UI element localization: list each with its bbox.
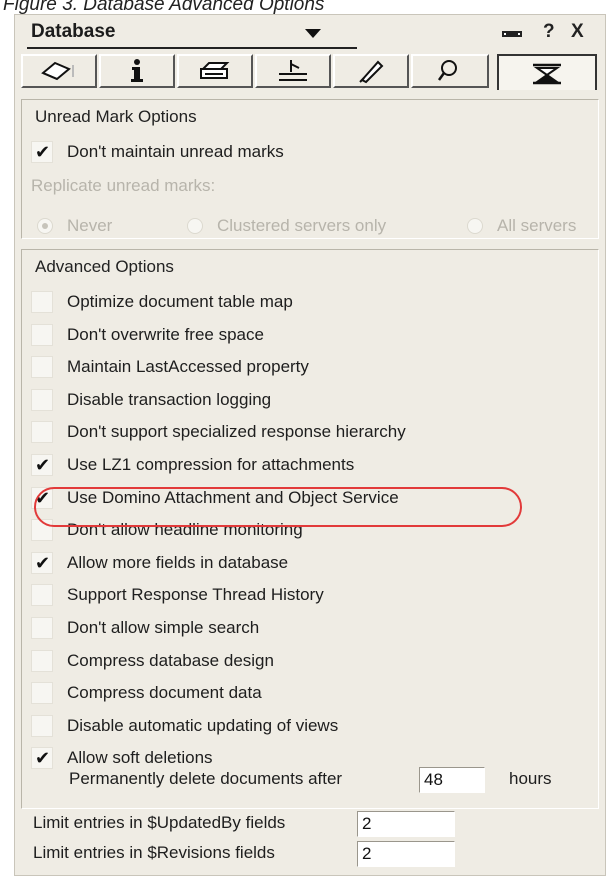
advanced-option-item[interactable]: Don't support specialized response hiera…: [31, 419, 406, 445]
radio-clustered-label: Clustered servers only: [217, 216, 387, 235]
revisions-label: Limit entries in $Revisions fields: [33, 843, 275, 862]
advanced-option-item[interactable]: Don't overwrite free space: [31, 322, 264, 348]
advanced-option-checkbox[interactable]: [31, 747, 53, 769]
advanced-option-item[interactable]: Compress database design: [31, 648, 274, 674]
tab-search[interactable]: [411, 54, 489, 88]
tab-basics[interactable]: [21, 54, 97, 88]
advanced-option-item[interactable]: Allow soft deletions: [31, 745, 213, 771]
advanced-option-label: Maintain LastAccessed property: [67, 357, 309, 376]
replicate-unread-label: Replicate unread marks:: [31, 176, 216, 195]
advanced-option-label: Compress database design: [67, 651, 274, 670]
panel-title: Database: [31, 21, 116, 42]
advanced-option-label: Compress document data: [67, 683, 262, 702]
advanced-option-checkbox[interactable]: [31, 552, 53, 574]
close-button[interactable]: X: [571, 21, 584, 43]
tab-advanced[interactable]: [497, 54, 597, 90]
advanced-option-label: Disable automatic updating of views: [67, 716, 339, 735]
tab-strip: [21, 54, 601, 91]
advanced-option-label: Allow more fields in database: [67, 553, 289, 572]
advanced-option-checkbox[interactable]: [31, 454, 53, 476]
tab-print[interactable]: [177, 54, 253, 88]
advanced-option-label: Disable transaction logging: [67, 390, 272, 409]
advanced-option-label: Optimize document table map: [67, 292, 293, 311]
unread-mark-title: Unread Mark Options: [35, 107, 197, 126]
advanced-option-item[interactable]: Don't allow headline monitoring: [31, 517, 303, 543]
database-properties-panel: Database ? X Unread Mark Options ✔ Don't…: [14, 14, 606, 876]
tab-launch[interactable]: [333, 54, 409, 88]
advanced-option-label: Use Domino Attachment and Object Service: [67, 488, 399, 507]
info-icon: [131, 59, 143, 82]
advanced-option-checkbox[interactable]: [31, 650, 53, 672]
advanced-option-checkbox[interactable]: [31, 389, 53, 411]
radio-never-dot[interactable]: [37, 218, 53, 234]
advanced-option-checkbox[interactable]: [31, 584, 53, 606]
advanced-option-checkbox[interactable]: [31, 356, 53, 378]
advanced-option-item[interactable]: Use Domino Attachment and Object Service: [31, 485, 399, 511]
hourglass-icon: [533, 63, 561, 85]
advanced-option-label: Allow soft deletions: [67, 748, 213, 767]
delete-after-unit: hours: [509, 769, 552, 788]
title-dropdown-underline: [27, 47, 357, 49]
advanced-option-checkbox[interactable]: [31, 291, 53, 313]
revisions-input[interactable]: 2: [357, 841, 455, 867]
advanced-option-item[interactable]: Compress document data: [31, 680, 262, 706]
tab-design[interactable]: [255, 54, 331, 88]
delete-after-label: Permanently delete documents after: [69, 769, 343, 788]
radio-all-servers-dot[interactable]: [467, 218, 483, 234]
chevron-down-icon[interactable]: [305, 29, 321, 38]
advanced-option-label: Don't support specialized response hiera…: [67, 422, 406, 441]
radio-all-servers[interactable]: All servers: [467, 213, 576, 239]
printer-icon: [200, 62, 230, 79]
advanced-option-item[interactable]: Optimize document table map: [31, 289, 293, 315]
updated-by-input[interactable]: 2: [357, 811, 455, 837]
advanced-option-checkbox[interactable]: [31, 324, 53, 346]
advanced-option-checkbox[interactable]: [31, 421, 53, 443]
advanced-option-item[interactable]: Use LZ1 compression for attachments: [31, 452, 354, 478]
ruler-icon: [279, 60, 307, 81]
advanced-option-label: Support Response Thread History: [67, 585, 324, 604]
advanced-option-label: Don't allow headline monitoring: [67, 520, 303, 539]
search-icon: [437, 60, 457, 81]
dont-maintain-unread-checkbox[interactable]: [31, 141, 53, 163]
radio-all-servers-label: All servers: [497, 216, 577, 235]
pen-icon: [359, 60, 384, 84]
advanced-option-checkbox[interactable]: [31, 682, 53, 704]
updated-by-label: Limit entries in $UpdatedBy fields: [33, 813, 286, 832]
dont-maintain-unread-option[interactable]: Don't maintain unread marks: [31, 139, 284, 165]
advanced-option-item[interactable]: Don't allow simple search: [31, 615, 259, 641]
tab-info[interactable]: [99, 54, 175, 88]
dock-icon[interactable]: [502, 31, 522, 37]
advanced-option-checkbox[interactable]: [31, 617, 53, 639]
radio-never-label: Never: [67, 216, 113, 235]
advanced-option-item[interactable]: Maintain LastAccessed property: [31, 354, 309, 380]
advanced-option-label: Use LZ1 compression for attachments: [67, 455, 355, 474]
radio-clustered[interactable]: Clustered servers only: [187, 213, 386, 239]
advanced-option-checkbox[interactable]: [31, 715, 53, 737]
advanced-option-checkbox[interactable]: [31, 519, 53, 541]
advanced-options-title: Advanced Options: [35, 257, 174, 276]
advanced-option-item[interactable]: Disable automatic updating of views: [31, 713, 338, 739]
advanced-option-item[interactable]: Support Response Thread History: [31, 582, 324, 608]
help-button[interactable]: ?: [543, 21, 555, 43]
radio-clustered-dot[interactable]: [187, 218, 203, 234]
advanced-option-label: Don't allow simple search: [67, 618, 260, 637]
radio-never[interactable]: Never: [37, 213, 112, 239]
panel-titlebar: Database ? X: [15, 15, 605, 53]
advanced-option-label: Don't overwrite free space: [67, 325, 264, 344]
dont-maintain-unread-label: Don't maintain unread marks: [67, 142, 284, 161]
eraser-icon: [41, 61, 74, 81]
advanced-option-item[interactable]: Disable transaction logging: [31, 387, 271, 413]
delete-after-input[interactable]: 48: [419, 767, 485, 793]
advanced-option-item[interactable]: Allow more fields in database: [31, 550, 288, 576]
advanced-option-checkbox[interactable]: [31, 487, 53, 509]
